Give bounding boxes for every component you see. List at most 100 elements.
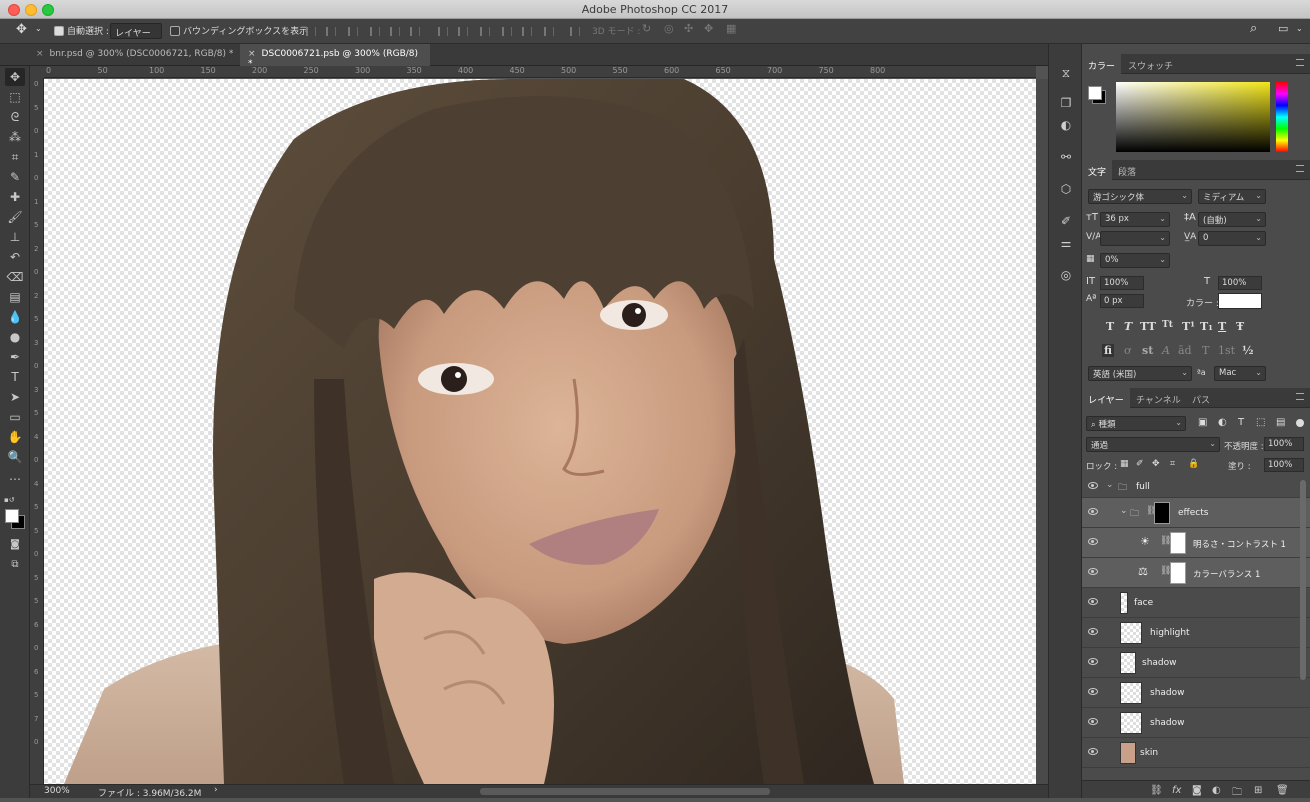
new-group-icon[interactable]: 🗀 [1232, 785, 1242, 802]
document-canvas[interactable] [44, 79, 1036, 784]
underline-button[interactable]: T [1218, 320, 1226, 333]
type-tool-icon[interactable]: T [5, 368, 25, 386]
font-size-select[interactable]: 36 px ⌄ [1100, 212, 1170, 227]
lock-all-icon[interactable]: 🔒 [1188, 459, 1199, 469]
move-tool-icon[interactable]: ✥ [16, 22, 27, 37]
link-layers-icon[interactable]: ⛓ [1150, 785, 1163, 796]
lasso-tool-icon[interactable]: ᘓ [5, 108, 25, 126]
ligatures-button[interactable]: fi [1102, 344, 1114, 357]
visibility-eye-icon[interactable] [1088, 482, 1098, 489]
layer-row[interactable]: ☀ ⛓ 明るさ・コントラスト 1 [1082, 528, 1310, 558]
brush-tool-icon[interactable]: 🖌 [5, 208, 25, 226]
strikethrough-button[interactable]: Ŧ [1236, 320, 1244, 333]
canvas-vertical-scrollbar[interactable] [1036, 79, 1048, 784]
filter-smart-object-icon[interactable]: ▤ [1276, 417, 1285, 428]
distribute-hcenter-icon[interactable] [522, 27, 532, 36]
expand-chevron-icon[interactable]: ⌄ [1106, 480, 1114, 490]
eyedropper-tool-icon[interactable]: ✎ [5, 168, 25, 186]
layer-thumbnail[interactable] [1120, 652, 1136, 674]
default-colors-icon[interactable]: ▪↺ [4, 496, 15, 504]
hue-slider[interactable] [1276, 82, 1288, 152]
layer-filter-select[interactable]: ⌕ 種類 ⌄ [1086, 416, 1186, 431]
panel-menu-icon[interactable] [1296, 59, 1304, 66]
adjustments-icon[interactable]: ◐ [1059, 118, 1073, 132]
swash-button[interactable]: A [1162, 344, 1170, 357]
dodge-tool-icon[interactable]: ● [5, 328, 25, 346]
workspace-icon[interactable]: ▭ [1278, 22, 1288, 35]
distribute-top-icon[interactable] [438, 27, 448, 36]
font-family-select[interactable]: 游ゴシック体 ⌄ [1088, 189, 1192, 204]
brush-presets-icon[interactable]: ✐ [1059, 214, 1073, 228]
layer-row[interactable]: skin [1082, 738, 1310, 768]
align-hcenter-icon[interactable] [390, 27, 400, 36]
visibility-eye-icon[interactable] [1088, 628, 1098, 635]
small-caps-button[interactable]: Tt [1162, 320, 1173, 330]
layer-thumbnail[interactable] [1120, 622, 1142, 644]
fx-icon[interactable]: fx [1172, 785, 1181, 796]
align-top-icon[interactable] [306, 27, 316, 36]
quick-mask-icon[interactable]: ◙ [5, 536, 25, 554]
horizontal-scale-field[interactable]: 100% [1218, 276, 1262, 290]
language-select[interactable]: 英語 (米国) ⌄ [1088, 366, 1192, 381]
libraries-icon[interactable]: ◎ [1059, 268, 1073, 282]
tab-bnr-psd[interactable]: × bnr.psd @ 300% (DSC0006721, RGB/8) * [28, 44, 241, 66]
tab-character[interactable]: 文字 [1082, 160, 1113, 180]
blend-mode-select[interactable]: 通過 ⌄ [1086, 437, 1220, 452]
layers-comp-icon[interactable]: ❐ [1059, 96, 1073, 110]
filter-shape-icon[interactable]: ⬚ [1256, 417, 1265, 428]
text-color-swatch[interactable] [1218, 293, 1262, 309]
zoom-tool-icon[interactable]: 🔍 [5, 448, 25, 466]
rectangle-tool-icon[interactable]: ▭ [5, 408, 25, 426]
layers-scrollbar[interactable] [1300, 480, 1306, 680]
auto-select-target-select[interactable]: レイヤー [110, 23, 162, 39]
tab-paths[interactable]: パス [1186, 388, 1216, 408]
layer-thumbnail[interactable] [1120, 592, 1128, 614]
panel-menu-icon[interactable] [1296, 165, 1304, 172]
titling-alternates-button[interactable]: T [1202, 344, 1209, 357]
foreground-color-swatch[interactable] [5, 509, 19, 523]
filter-pixel-icon[interactable]: ▣ [1198, 417, 1207, 428]
opacity-field[interactable]: 100% [1264, 437, 1304, 451]
tracking-select[interactable]: 0 ⌄ [1198, 231, 1266, 246]
visibility-eye-icon[interactable] [1088, 538, 1098, 545]
tab-channels[interactable]: チャンネル [1130, 388, 1187, 408]
leading-select[interactable]: (自動) ⌄ [1198, 212, 1266, 227]
magic-wand-tool-icon[interactable]: ⁂ [5, 128, 25, 146]
distribute-bottom-icon[interactable] [480, 27, 490, 36]
canvas-horizontal-scrollbar[interactable] [480, 788, 770, 795]
font-style-select[interactable]: ミディアム ⌄ [1198, 189, 1266, 204]
lock-position-icon[interactable]: ✥ [1152, 459, 1160, 469]
superscript-button[interactable]: T¹ [1182, 320, 1195, 333]
crop-tool-icon[interactable]: ⌗ [5, 148, 25, 166]
vertical-scale-field[interactable]: 100% [1100, 276, 1144, 290]
discretionary-ligatures-button[interactable]: ơ [1124, 344, 1131, 357]
layer-row[interactable]: highlight [1082, 618, 1310, 648]
panel-menu-icon[interactable] [1296, 393, 1304, 400]
new-layer-icon[interactable]: ⊞ [1254, 785, 1262, 796]
hand-tool-icon[interactable]: ✋ [5, 428, 25, 446]
fractions-button[interactable]: ½ [1242, 344, 1253, 357]
layer-thumbnail[interactable] [1120, 742, 1136, 764]
filter-adjustment-icon[interactable]: ◐ [1218, 417, 1227, 428]
bounding-box-checkbox[interactable] [170, 26, 180, 36]
visibility-eye-icon[interactable] [1088, 598, 1098, 605]
clone-stamp-tool-icon[interactable]: ⊥ [5, 228, 25, 246]
visibility-eye-icon[interactable] [1088, 718, 1098, 725]
more-tools-icon[interactable]: ⋯ [5, 470, 25, 488]
status-menu-icon[interactable]: › [214, 785, 218, 795]
align-bottom-icon[interactable] [348, 27, 358, 36]
fill-field[interactable]: 100% [1264, 458, 1304, 472]
close-tab-icon[interactable]: × [36, 49, 44, 59]
eraser-tool-icon[interactable]: ⌫ [5, 268, 25, 286]
tsume-select[interactable]: 0% ⌄ [1100, 253, 1170, 268]
layer-row[interactable]: shadow [1082, 708, 1310, 738]
layer-thumbnail[interactable] [1120, 682, 1142, 704]
visibility-eye-icon[interactable] [1088, 748, 1098, 755]
add-mask-icon[interactable]: ◙ [1192, 785, 1202, 796]
healing-brush-tool-icon[interactable]: ✚ [5, 188, 25, 206]
layer-thumbnail[interactable] [1120, 712, 1142, 734]
blur-tool-icon[interactable]: 💧 [5, 308, 25, 326]
distribute-right-icon[interactable] [544, 27, 554, 36]
distribute-vcenter-icon[interactable] [458, 27, 468, 36]
filter-type-icon[interactable]: T [1238, 417, 1244, 428]
